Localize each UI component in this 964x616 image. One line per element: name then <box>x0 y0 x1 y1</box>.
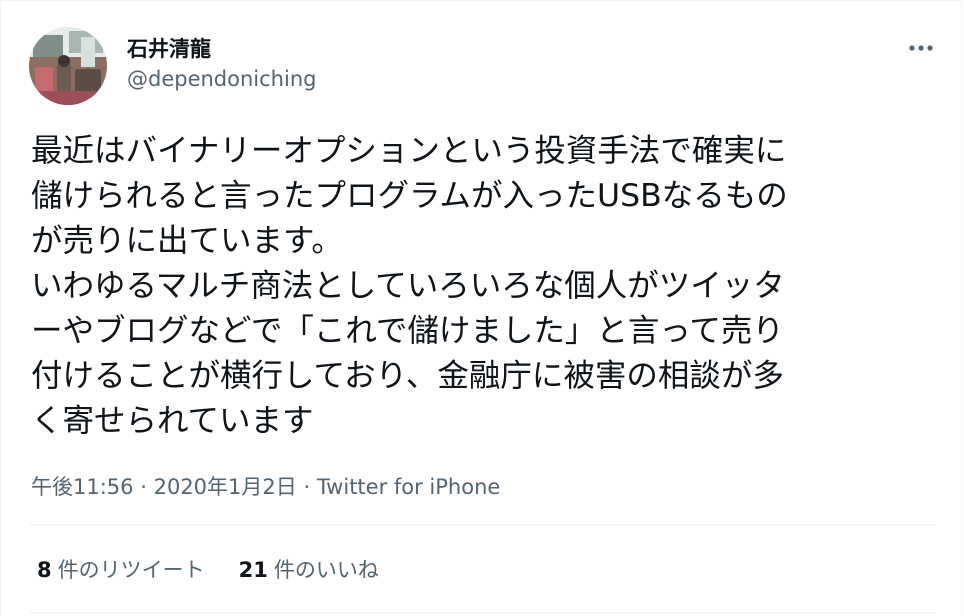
tweet-meta: 午後11:56 · 2020年1月2日 · Twitter for iPhone <box>31 471 500 501</box>
tweet-stats: 8 件のリツイート 21 件のいいね <box>37 554 379 584</box>
meta-separator: · <box>303 475 311 499</box>
likes-label: 件のいいね <box>273 558 379 582</box>
divider <box>29 524 935 525</box>
user-handle[interactable]: @dependoniching <box>127 67 316 91</box>
meta-separator: · <box>140 475 147 499</box>
tweet-source[interactable]: Twitter for iPhone <box>317 475 501 499</box>
tweet-time[interactable]: 午後11:56 <box>31 475 134 499</box>
retweets-stat[interactable]: 8 件のリツイート <box>37 554 205 584</box>
tweet-text: 最近はバイナリーオプションという投資手法で確実に 儲けられると言ったプログラムが… <box>31 133 788 439</box>
avatar-photo <box>29 27 107 105</box>
likes-count: 21 <box>238 558 268 582</box>
tweet-card: 石井清龍 @dependoniching 最近はバイナリーオプションという投資手… <box>0 0 962 616</box>
avatar[interactable] <box>29 27 107 105</box>
retweets-count: 8 <box>37 558 52 582</box>
tweet-date[interactable]: 2020年1月2日 <box>154 475 297 499</box>
more-horizontal-icon <box>909 45 933 51</box>
retweets-label: 件のリツイート <box>57 558 205 582</box>
more-options-button[interactable] <box>899 31 943 65</box>
likes-stat[interactable]: 21 件のいいね <box>239 554 379 584</box>
display-name[interactable]: 石井清龍 <box>127 33 211 63</box>
divider <box>29 612 935 613</box>
